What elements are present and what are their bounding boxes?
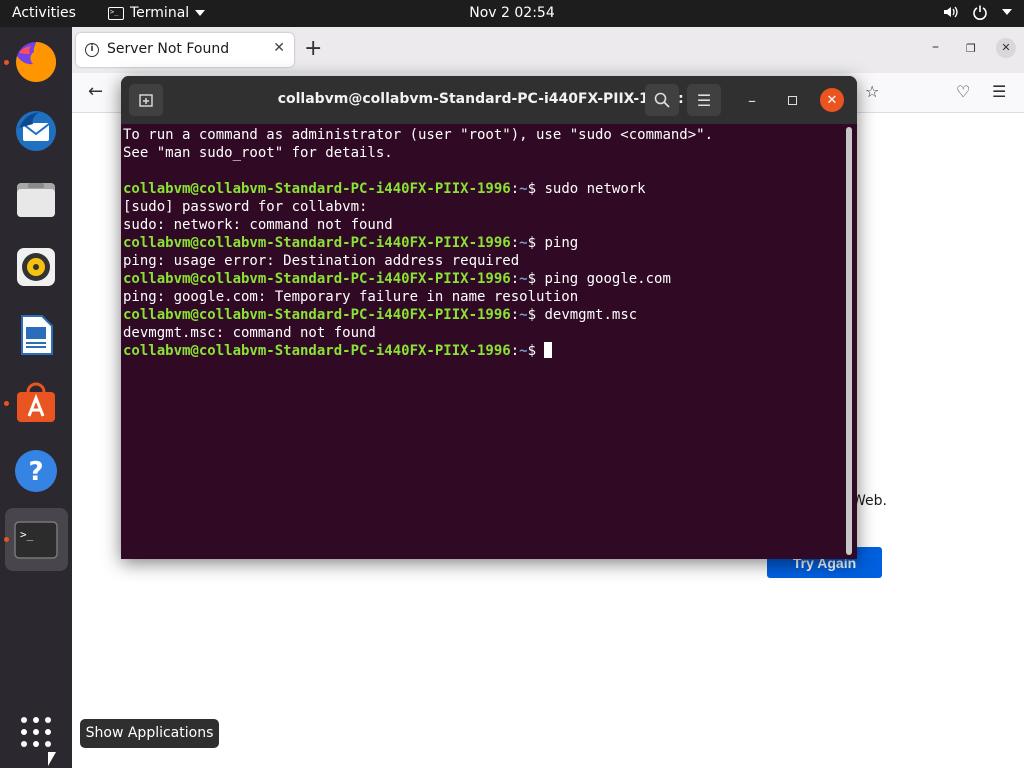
prompt-separator: :: [510, 271, 520, 287]
app-center-icon[interactable]: [12, 379, 60, 427]
search-icon: [654, 92, 670, 108]
libreoffice-writer-icon[interactable]: [12, 311, 60, 359]
terminal-window[interactable]: collabvm@collabvm-Standard-PC-i440FX-PII…: [121, 76, 857, 559]
prompt-user-host: collabvm@collabvm-Standard-PC-i440FX-PII…: [123, 181, 511, 197]
firefox-icon[interactable]: [12, 38, 60, 86]
prompt-symbol: $: [527, 343, 545, 359]
mouse-pointer: [48, 752, 56, 766]
clock[interactable]: Nov 2 02:54: [0, 5, 1024, 21]
terminal-output-line: [sudo] password for collabvm:: [123, 199, 368, 215]
top-bar: Activities >_ Terminal Nov 2 02:54: [0, 0, 1024, 27]
prompt-separator: :: [510, 307, 520, 323]
command-text: sudo network: [544, 181, 646, 197]
prompt-user-host: collabvm@collabvm-Standard-PC-i440FX-PII…: [123, 271, 511, 287]
prompt-separator: :: [510, 235, 520, 251]
hamburger-menu-icon[interactable]: ☰: [992, 82, 1006, 101]
maximize-icon: [787, 95, 797, 105]
terminal-output[interactable]: To run a command as administrator (user …: [123, 124, 845, 559]
show-applications-tooltip: Show Applications: [80, 719, 219, 748]
prompt-symbol: $: [527, 181, 545, 197]
terminal-output-line: See "man sudo_root" for details.: [123, 145, 393, 161]
prompt-user-host: collabvm@collabvm-Standard-PC-i440FX-PII…: [123, 343, 511, 359]
prompt-separator: :: [510, 181, 520, 197]
prompt-symbol: $: [527, 271, 545, 287]
terminal-output-line: devmgmt.msc: command not found: [123, 325, 376, 341]
new-tab-button[interactable]: +: [304, 36, 322, 61]
minimize-button[interactable]: –: [735, 84, 769, 116]
close-icon: ✕: [826, 92, 838, 108]
running-indicator: [4, 60, 9, 65]
bookmark-star-icon[interactable]: ☆: [865, 82, 879, 101]
page-text-fragment: Web.: [852, 493, 887, 509]
show-applications-button[interactable]: [12, 708, 60, 756]
prompt-path: ~: [519, 235, 528, 251]
tab-server-not-found[interactable]: i Server Not Found ✕: [76, 33, 294, 67]
help-icon[interactable]: ?: [12, 447, 60, 495]
back-arrow-icon[interactable]: ←: [88, 81, 103, 102]
minimize-icon[interactable]: –: [932, 39, 939, 55]
grid-icon: [21, 717, 51, 747]
terminal-command-line: collabvm@collabvm-Standard-PC-i440FX-PII…: [123, 306, 845, 324]
terminal-command-line: collabvm@collabvm-Standard-PC-i440FX-PII…: [123, 270, 845, 288]
chevron-down-icon: [1002, 9, 1012, 15]
power-icon: [973, 5, 987, 20]
running-indicator: [4, 537, 9, 542]
thunderbird-icon[interactable]: [12, 107, 60, 155]
volume-icon: [944, 6, 958, 18]
terminal-output-line: ping: usage error: Destination address r…: [123, 253, 520, 269]
text-cursor: [544, 342, 553, 358]
command-text: devmgmt.msc: [544, 307, 638, 323]
system-tray[interactable]: [942, 4, 1012, 20]
prompt-path: ~: [519, 271, 528, 287]
svg-text:?: ?: [28, 457, 43, 487]
terminal-command-line: collabvm@collabvm-Standard-PC-i440FX-PII…: [123, 234, 845, 252]
terminal-command-line: collabvm@collabvm-Standard-PC-i440FX-PII…: [123, 180, 845, 198]
prompt-path: ~: [519, 343, 528, 359]
pocket-icon[interactable]: ♡: [956, 82, 970, 101]
prompt-symbol: $: [527, 235, 545, 251]
tab-title: Server Not Found: [107, 41, 230, 57]
files-icon[interactable]: [12, 175, 60, 223]
svg-text:>_: >_: [20, 528, 34, 541]
prompt-user-host: collabvm@collabvm-Standard-PC-i440FX-PII…: [123, 235, 511, 251]
close-tab-icon[interactable]: ✕: [273, 40, 285, 56]
prompt-path: ~: [519, 307, 528, 323]
close-window-icon[interactable]: ✕: [996, 38, 1016, 58]
close-button[interactable]: ✕: [820, 88, 844, 112]
terminal-output-line: To run a command as administrator (user …: [123, 127, 714, 143]
maximize-button[interactable]: [775, 84, 809, 116]
hamburger-menu-icon: ☰: [696, 90, 712, 110]
dock: ? >_: [0, 27, 72, 768]
command-text: ping: [544, 235, 579, 251]
menu-button[interactable]: ☰: [687, 84, 721, 116]
terminal-scrollbar[interactable]: [846, 127, 852, 555]
minimize-icon: –: [748, 90, 756, 110]
terminal-command-line: collabvm@collabvm-Standard-PC-i440FX-PII…: [123, 342, 845, 360]
prompt-separator: :: [510, 343, 520, 359]
command-text: ping google.com: [544, 271, 671, 287]
prompt-symbol: $: [527, 307, 545, 323]
tab-strip: i Server Not Found ✕ + – ❐ ✕: [72, 27, 1024, 73]
rhythmbox-icon[interactable]: [12, 243, 60, 291]
terminal-output-line: ping: google.com: Temporary failure in n…: [123, 289, 579, 305]
info-icon: i: [85, 43, 99, 57]
terminal-output-line: sudo: network: command not found: [123, 217, 393, 233]
prompt-user-host: collabvm@collabvm-Standard-PC-i440FX-PII…: [123, 307, 511, 323]
search-button[interactable]: [645, 84, 679, 116]
terminal-headerbar[interactable]: collabvm@collabvm-Standard-PC-i440FX-PII…: [121, 76, 857, 124]
terminal-icon[interactable]: >_: [12, 516, 60, 564]
maximize-icon[interactable]: ❐: [966, 42, 976, 55]
running-indicator: [4, 401, 9, 406]
prompt-path: ~: [519, 181, 528, 197]
